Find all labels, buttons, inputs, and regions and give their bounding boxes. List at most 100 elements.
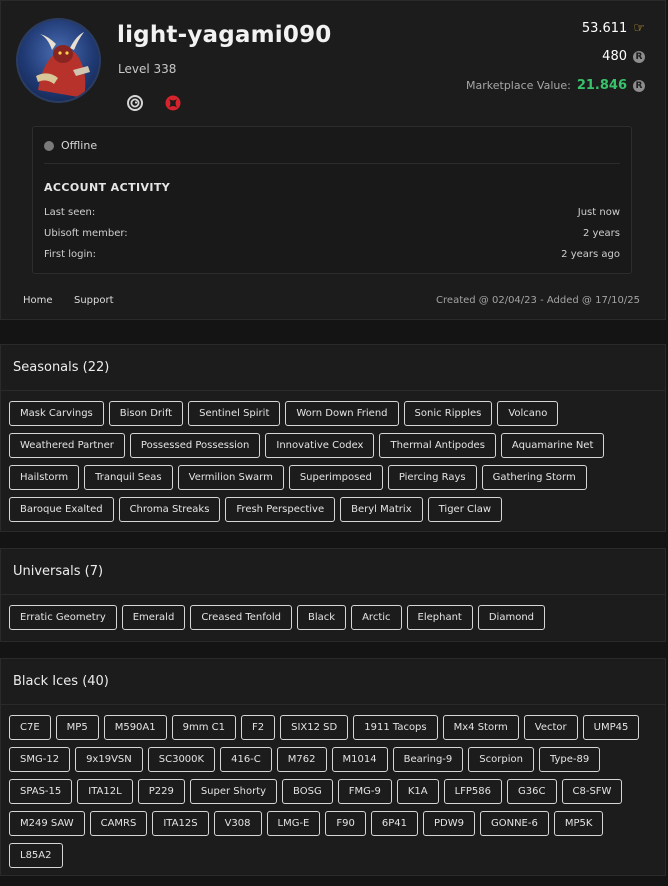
xbox-icon[interactable]: [165, 95, 181, 111]
activity-row-last-seen: Last seen: Just now: [44, 207, 620, 218]
skin-chip[interactable]: BOSG: [282, 779, 333, 804]
skin-chip[interactable]: Mx4 Storm: [442, 715, 519, 740]
skin-chip[interactable]: Type-89: [538, 747, 601, 772]
skin-chip[interactable]: MP5: [55, 715, 99, 740]
black-ices-title: Black Ices (40): [1, 659, 665, 705]
skin-chip[interactable]: V308: [213, 811, 262, 836]
renown-stat: 480 R: [602, 49, 645, 64]
skin-chip[interactable]: Superimposed: [288, 465, 383, 490]
skin-chip[interactable]: 9x19VSN: [75, 747, 143, 772]
skin-chip[interactable]: Aquamarine Net: [500, 433, 605, 458]
skin-chip[interactable]: MP5K: [553, 811, 604, 836]
skin-chip[interactable]: Erratic Geometry: [9, 605, 117, 630]
skin-chip[interactable]: FMG-9: [337, 779, 392, 804]
skin-chip[interactable]: G36C: [507, 779, 557, 804]
activity-value: Just now: [577, 207, 620, 218]
skin-chip[interactable]: Black: [297, 605, 347, 630]
seasonals-title: Seasonals (22): [1, 345, 665, 391]
skin-chip[interactable]: Chroma Streaks: [118, 497, 221, 522]
skin-chip[interactable]: C8-SFW: [561, 779, 623, 804]
skin-chip[interactable]: Baroque Exalted: [9, 497, 114, 522]
activity-label: Last seen:: [44, 207, 96, 218]
skin-chip[interactable]: Tiger Claw: [427, 497, 503, 522]
skin-chip[interactable]: C7E: [9, 715, 51, 740]
skin-chip[interactable]: Elephant: [406, 605, 473, 630]
username: light-yagami090: [117, 22, 332, 48]
marketplace-stat: Marketplace Value: 21.846 R: [466, 78, 645, 93]
skin-chip[interactable]: ITA12L: [77, 779, 133, 804]
nav-home-link[interactable]: Home: [23, 295, 53, 306]
skin-chip[interactable]: 416-C: [220, 747, 272, 772]
activity-row-first-login: First login: 2 years ago: [44, 249, 620, 260]
skin-chip[interactable]: Thermal Antipodes: [379, 433, 496, 458]
skin-chip[interactable]: Vector: [523, 715, 578, 740]
skin-chip[interactable]: Innovative Codex: [265, 433, 375, 458]
black-ices-list: C7E MP5 M590A1 9mm C1 F2 SIX12 SD 1911 Tacops M…: [1, 705, 665, 875]
skin-chip[interactable]: PDW9: [422, 811, 475, 836]
skin-chip[interactable]: Gathering Storm: [481, 465, 587, 490]
skin-chip[interactable]: Diamond: [477, 605, 546, 630]
marketplace-value: 21.846: [576, 78, 627, 93]
skin-chip[interactable]: Creased Tenfold: [190, 605, 293, 630]
skin-chip[interactable]: 9mm C1: [171, 715, 236, 740]
created-added-meta: Created @ 02/04/23 - Added @ 17/10/25: [436, 295, 640, 306]
skin-chip[interactable]: Sonic Ripples: [403, 401, 493, 426]
skin-chip[interactable]: Scorpion: [468, 747, 534, 772]
skin-chip[interactable]: Vermilion Swarm: [177, 465, 284, 490]
skin-chip[interactable]: 1911 Tacops: [353, 715, 438, 740]
skin-chip[interactable]: LFP586: [443, 779, 503, 804]
skin-chip[interactable]: M1014: [331, 747, 388, 772]
skin-chip[interactable]: SC3000K: [147, 747, 216, 772]
skin-chip[interactable]: Bison Drift: [108, 401, 184, 426]
skin-chip[interactable]: F2: [241, 715, 276, 740]
skin-chip[interactable]: Possessed Possession: [129, 433, 261, 458]
skin-chip[interactable]: Beryl Matrix: [340, 497, 423, 522]
skin-chip[interactable]: Weathered Partner: [9, 433, 125, 458]
ubisoft-icon[interactable]: [127, 95, 143, 111]
skin-chip[interactable]: ITA12S: [152, 811, 209, 836]
skin-chip[interactable]: Sentinel Spirit: [188, 401, 281, 426]
skin-chip[interactable]: M590A1: [103, 715, 167, 740]
skin-chip[interactable]: 6P41: [370, 811, 418, 836]
skin-chip[interactable]: K1A: [396, 779, 439, 804]
skin-chip[interactable]: M762: [276, 747, 327, 772]
credits-icon: ☞: [633, 21, 645, 36]
status-label: Offline: [61, 139, 98, 152]
activity-value: 2 years: [582, 228, 620, 239]
skin-chip[interactable]: L85A2: [9, 843, 63, 868]
skin-chip[interactable]: Super Shorty: [189, 779, 278, 804]
credits-stat: 53.611 ☞: [582, 21, 645, 36]
universals-section: Universals (7) Erratic Geometry Emerald Cr…: [0, 548, 666, 642]
nav-support-link[interactable]: Support: [74, 295, 114, 306]
skin-chip[interactable]: SPAS-15: [9, 779, 73, 804]
skin-chip[interactable]: SMG-12: [9, 747, 71, 772]
activity-value: 2 years ago: [561, 249, 620, 260]
seasonals-section: Seasonals (22) Mask Carvings Bison Drift S…: [0, 344, 666, 532]
skin-chip[interactable]: UMP45: [582, 715, 640, 740]
skin-chip[interactable]: Hailstorm: [9, 465, 80, 490]
skin-chip[interactable]: P229: [137, 779, 185, 804]
skin-chip[interactable]: Mask Carvings: [9, 401, 104, 426]
player-level: Level 338: [118, 62, 177, 76]
skin-chip[interactable]: M249 SAW: [9, 811, 85, 836]
skin-chip[interactable]: LMG-E: [266, 811, 321, 836]
avatar[interactable]: [16, 18, 101, 103]
skin-chip[interactable]: Piercing Rays: [387, 465, 477, 490]
skin-chip[interactable]: Arctic: [351, 605, 402, 630]
skin-chip[interactable]: SIX12 SD: [280, 715, 349, 740]
skin-chip[interactable]: Volcano: [497, 401, 559, 426]
marketplace-label: Marketplace Value:: [466, 79, 571, 92]
renown-icon: R: [633, 50, 645, 63]
black-ices-section: Black Ices (40) C7E MP5 M590A1 9mm C1 F2 SIX1…: [0, 658, 666, 876]
divider: [44, 163, 620, 164]
skin-chip[interactable]: Tranquil Seas: [84, 465, 173, 490]
skin-chip[interactable]: GONNE-6: [479, 811, 549, 836]
skin-chip[interactable]: CAMRS: [89, 811, 148, 836]
skin-chip[interactable]: Bearing-9: [392, 747, 464, 772]
skin-chip[interactable]: Fresh Perspective: [225, 497, 336, 522]
skin-chip[interactable]: F90: [325, 811, 366, 836]
skin-chip[interactable]: Emerald: [121, 605, 186, 630]
skin-chip[interactable]: Worn Down Friend: [285, 401, 399, 426]
online-status: Offline: [44, 139, 97, 152]
activity-row-member: Ubisoft member: 2 years: [44, 228, 620, 239]
